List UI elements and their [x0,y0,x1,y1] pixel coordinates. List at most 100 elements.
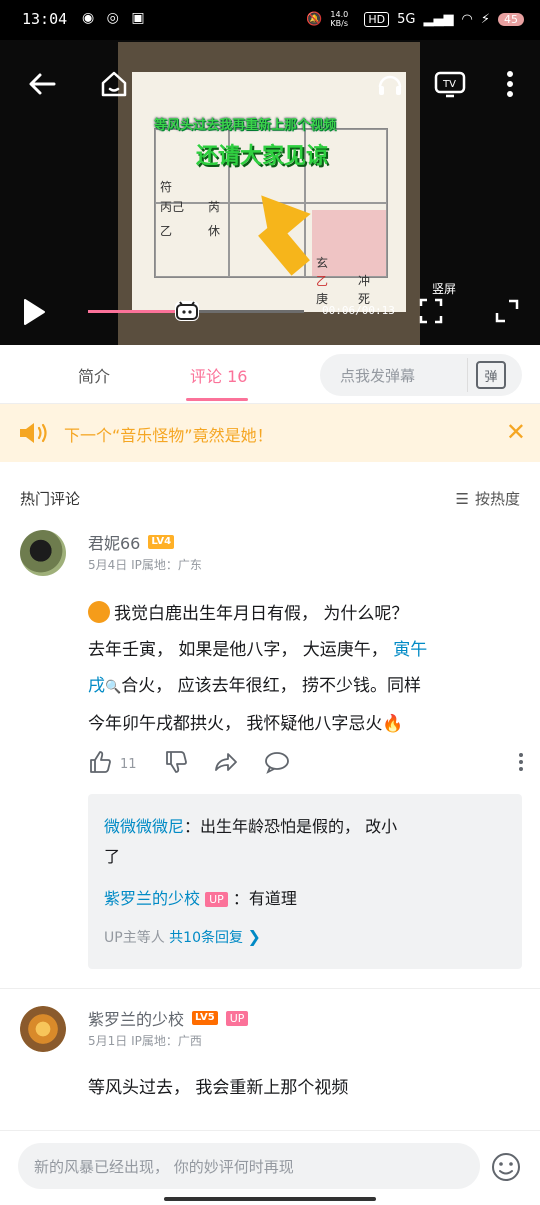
video-time: 00:06/00:13 [322,304,395,317]
comment-divider [0,988,540,989]
dislike-icon[interactable] [164,750,188,778]
network-type: 5G [397,11,416,27]
tab-active-indicator [186,398,248,401]
danmu-placeholder: 点我发弹幕 [340,367,416,385]
reply-preview[interactable]: 微微微微尼：出生年龄恐怕是假的， 改小 了 紫罗兰的少校 UP ：有道理 UP主… [88,794,522,969]
keyword-link[interactable]: 寅午 [393,640,427,660]
battery-level: 45 [498,12,524,26]
signal-icon: ▂▄▆ [423,11,454,27]
mute-icon: 🔕 [306,11,323,27]
grid-text: 玄 [316,256,329,270]
level-badge: LV4 [148,535,175,549]
reply-item-cont: 了 [104,847,121,866]
comment-header: 紫罗兰的少校 LV5 UP [88,1006,249,1030]
status-bar: 13:04 ◉ ◎ ▣ 🔕 14.0 KB/s HD 5G ▂▄▆ ◠ ⚡ 45 [0,0,540,40]
notice-banner[interactable]: 下一个“音乐怪物”竟然是她！ ✕ [0,404,540,462]
home-icon[interactable] [96,64,132,104]
home-indicator [164,1197,376,1201]
notice-text[interactable]: 下一个“音乐怪物”竟然是她！ [64,422,273,446]
comment-username[interactable]: 紫罗兰的少校 [88,1006,184,1030]
sort-button[interactable]: ☰ 按热度 [456,488,520,509]
vertical-mode-label[interactable]: 竖屏 [432,280,456,297]
tab-intro[interactable]: 简介 [78,363,110,387]
grid-text: 冲 [358,274,371,288]
comment-line: 我觉白鹿出生年月日有假， 为什么呢？ [114,604,409,624]
more-options-icon[interactable] [518,752,524,776]
comment-text: 我觉白鹿出生年月日有假， 为什么呢？ 去年壬寅， 如果是他八字， 大运庚午， 寅… [88,596,528,742]
sort-icon: ☰ [455,489,469,508]
vertical-mode-icon[interactable] [418,298,444,324]
reply-text: ：有道理 [232,889,297,908]
video-content: 符 丙己 乙 芮 休 玄 乙 庚 冲 死 等风头过去我再重新上那个视频 还请大家… [132,72,406,312]
grid-text: 丙己 [160,200,185,214]
danmu-input[interactable]: 点我发弹幕 弹 [320,354,522,396]
like-icon[interactable] [88,750,112,778]
like-count: 11 [120,756,137,772]
status-app-icons: ◉ ◎ ▣ [82,10,149,26]
charging-icon: ⚡ [480,11,490,27]
emoji-icon[interactable] [490,1151,522,1187]
avatar[interactable] [20,530,66,576]
comment-input[interactable]: 新的风暴已经出现， 你的妙评何时再现 [18,1143,480,1189]
chevron-right-icon: ❯ [247,927,261,946]
wifi-icon: ◠ [461,11,473,27]
danmu-icon: 弹 [476,361,506,389]
reply-summary-count: 共10条回复 [169,930,243,946]
back-arrow-icon[interactable] [24,66,60,102]
reply-item: 微微微微尼：出生年龄恐怕是假的， 改小 [104,812,504,842]
reply-text: ：出生年龄恐怕是假的， 改小 [184,817,398,836]
tab-comments[interactable]: 评论 16 [190,363,247,387]
status-time: 13:04 [22,10,68,28]
search-icon[interactable]: 🔍 [105,680,121,695]
hot-comments-title: 热门评论 [20,490,81,508]
up-badge: UP [205,892,228,907]
comment-header: 君妮66 LV4 [88,530,175,554]
comment-meta: 5月4日 IP属地：广东 [88,558,202,572]
status-right: 🔕 14.0 KB/s HD 5G ▂▄▆ ◠ ⚡ 45 [306,10,524,28]
comment-input-bar: 新的风暴已经出现， 你的妙评何时再现 [0,1130,540,1205]
comment-text: 等风头过去， 我会重新上那个视频 [88,1078,349,1098]
keyword-link[interactable]: 戌 [88,676,105,696]
progress-fill [88,310,187,313]
comment-username[interactable]: 君妮66 [88,530,140,554]
grid-text: 芮 [208,200,221,214]
more-options-icon[interactable] [496,66,524,102]
net-speed: 14.0 KB/s [330,10,349,28]
more-replies-link[interactable]: UP主等人 共10条回复 ❯ [104,922,261,953]
reply-summary-prefix: UP主等人 [104,930,165,946]
up-badge: UP [225,1010,249,1026]
video-player[interactable]: 符 丙己 乙 芮 休 玄 乙 庚 冲 死 等风头过去我再重新上那个视频 还请大家… [0,40,540,345]
comment-meta: 5月1日 IP属地：广西 [88,1034,202,1048]
comment-input-placeholder: 新的风暴已经出现， 你的妙评何时再现 [34,1158,294,1176]
comment-line: 去年壬寅， 如果是他八字， 大运庚午， [88,640,394,660]
play-icon[interactable] [18,296,50,328]
comment-line: 合火， 应该去年很红， 捞不少钱。同样 [121,676,421,696]
grid-text: 乙 [160,224,173,238]
grid-text: 符 [160,180,173,194]
reply-icon[interactable] [264,750,290,778]
sort-label: 按热度 [474,490,520,508]
hd-badge: HD [364,11,390,27]
grid-text: 乙 [316,274,329,288]
close-icon[interactable]: ✕ [506,418,526,446]
share-icon[interactable] [214,750,238,778]
level-badge: LV5 [192,1011,218,1025]
comment-actions: 11 [88,750,524,778]
speaker-icon [18,420,50,450]
reply-item: 紫罗兰的少校 UP ：有道理 [104,884,297,914]
fire-emoji-icon: 🔥 [382,714,404,734]
video-caption-top: 等风头过去我再重新上那个视频 [154,118,337,133]
reply-username[interactable]: 紫罗兰的少校 [104,889,200,908]
reply-username[interactable]: 微微微微尼 [104,817,184,836]
audio-mode-icon[interactable] [372,66,408,102]
video-caption-main: 还请大家见谅 [196,144,329,169]
avatar[interactable] [20,1006,66,1052]
comment-line: 今年卯午戌都拱火， 我怀疑他八字忌火 [88,714,383,734]
svg-text:TV: TV [442,79,456,90]
grin-emoji-icon [88,601,110,623]
tv-cast-icon[interactable]: TV [432,66,468,102]
progress-thumb-icon[interactable] [175,301,199,321]
grid-text: 休 [208,224,221,238]
fullscreen-icon[interactable] [494,298,520,324]
danmu-toggle-button[interactable]: 弹 [467,358,514,392]
